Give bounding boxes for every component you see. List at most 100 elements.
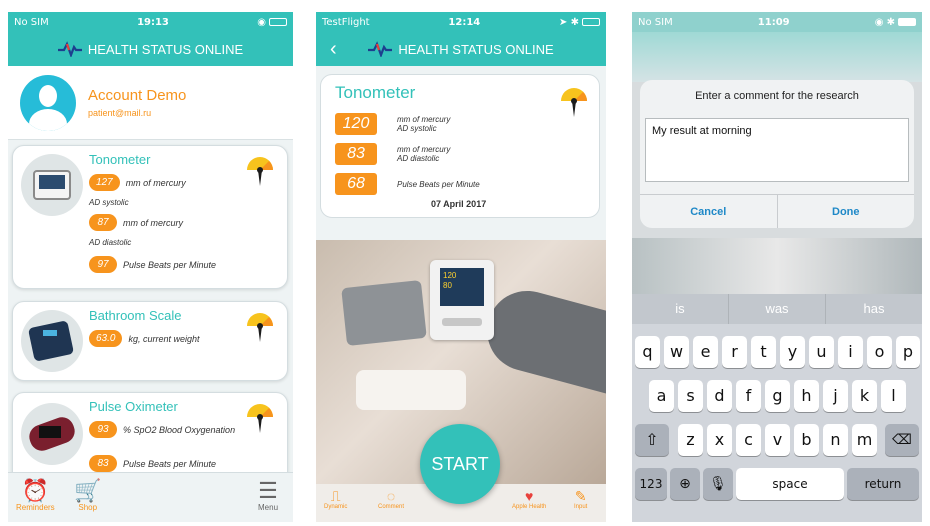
key[interactable]: v xyxy=(765,424,790,456)
key[interactable]: x xyxy=(707,424,732,456)
keyboard: q w e r t y u i o p a s d f g h j k l ⇧ … xyxy=(632,324,922,522)
chart-icon: ⎍ xyxy=(330,488,341,504)
key[interactable]: s xyxy=(678,380,703,412)
key[interactable]: w xyxy=(664,336,689,368)
key[interactable]: a xyxy=(649,380,674,412)
key[interactable]: n xyxy=(823,424,848,456)
comment-dialog: Enter a comment for the research My resu… xyxy=(640,80,914,228)
device-card-bathroom-scale[interactable]: Bathroom Scale 63.0 kg, current weight xyxy=(12,301,288,381)
measurement-label: kg, current weight xyxy=(128,333,200,344)
measurement-label: Pulse Beats per Minute xyxy=(123,458,217,469)
account-row[interactable]: Account Demo patient@mail.ru xyxy=(8,66,293,140)
backspace-key-icon[interactable]: ⌫ xyxy=(885,424,919,456)
card-title: Tonometer xyxy=(89,152,151,167)
key[interactable]: c xyxy=(736,424,761,456)
shift-key-icon[interactable]: ⇧ xyxy=(635,424,669,456)
clock: 11:09 xyxy=(757,16,790,28)
space-key[interactable]: space xyxy=(736,468,844,500)
clock: 19:13 xyxy=(137,16,169,28)
card-title: Bathroom Scale xyxy=(89,308,182,323)
comment-input[interactable]: My result at morning xyxy=(645,118,909,182)
done-button[interactable]: Done xyxy=(778,195,915,228)
reading-label: mm of mercury AD diastolic xyxy=(397,145,451,163)
key[interactable]: f xyxy=(736,380,761,412)
carrier-label: No SIM xyxy=(638,16,673,28)
key[interactable]: b xyxy=(794,424,819,456)
microphone-icon[interactable]: 🎙 xyxy=(703,468,733,500)
tab-label: Dynamic xyxy=(324,504,348,510)
key[interactable]: y xyxy=(780,336,805,368)
tab-label: Input xyxy=(574,504,588,510)
key[interactable]: i xyxy=(838,336,863,368)
measurement-label: Pulse Beats per Minute xyxy=(123,259,217,270)
suggestion[interactable]: was xyxy=(729,294,826,324)
heartbeat-logo-icon xyxy=(57,41,82,57)
oximeter-image xyxy=(21,403,83,465)
tonometer-summary-card: Tonometer 120 mm of mercury AD systolic 8… xyxy=(320,74,600,218)
gauge-icon xyxy=(561,88,587,117)
key[interactable]: p xyxy=(896,336,920,368)
measurement-row: 93 % SpO2 Blood Oxygenation xyxy=(89,421,235,438)
key[interactable]: d xyxy=(707,380,732,412)
keyboard-suggestions: is was has xyxy=(632,294,922,324)
tab-shop[interactable]: 🛒 Shop xyxy=(74,479,101,513)
status-bar: TestFlight 12:14 ➤ ✱ xyxy=(316,12,606,32)
tab-input[interactable]: ✎ Input xyxy=(574,488,587,510)
tab-label: Menu xyxy=(258,503,279,512)
key[interactable]: g xyxy=(765,380,790,412)
tab-apple-health[interactable]: ♥ Apple Health xyxy=(512,488,546,510)
key[interactable]: l xyxy=(881,380,906,412)
tab-reminders[interactable]: ⏰ Reminders xyxy=(16,478,55,513)
reading-value: 68 xyxy=(335,173,377,195)
key[interactable]: q xyxy=(635,336,660,368)
reading-label: Pulse Beats per Minute xyxy=(397,180,480,189)
key[interactable]: m xyxy=(852,424,877,456)
measurement-label: % SpO2 Blood Oxygenation xyxy=(123,424,236,435)
measurement-label: mm of mercury xyxy=(123,217,184,228)
key[interactable]: r xyxy=(722,336,747,368)
measurement-sublabel: AD diastolic xyxy=(89,238,132,247)
blurred-background xyxy=(632,238,922,294)
key[interactable]: j xyxy=(823,380,848,412)
suggestion[interactable]: is xyxy=(632,294,729,324)
phone-accounts-screen: No SIM 19:13 ◉ HEALTH STATUS ONLINE Acco… xyxy=(8,12,293,522)
avatar xyxy=(20,74,76,131)
alarm-clock-icon: ⏰ xyxy=(21,478,50,503)
measurement-row: 63.0 kg, current weight xyxy=(89,330,200,347)
back-chevron-icon[interactable]: ‹ xyxy=(330,38,337,61)
key[interactable]: z xyxy=(678,424,703,456)
key[interactable]: u xyxy=(809,336,834,368)
blurred-background xyxy=(632,32,922,82)
measurement-sublabel: AD systolic xyxy=(89,198,129,207)
card-title: Pulse Oximeter xyxy=(89,399,178,414)
key[interactable]: t xyxy=(751,336,776,368)
card-title: Tonometer xyxy=(335,83,416,102)
scale-image xyxy=(21,310,83,372)
monitor-image: 120 80 xyxy=(430,260,494,340)
globe-icon[interactable]: ⊕ xyxy=(670,468,700,500)
device-card-tonometer[interactable]: Tonometer 127 mm of mercury AD systolic … xyxy=(12,145,288,289)
key[interactable]: h xyxy=(794,380,819,412)
tab-dynamic[interactable]: ⎍ Dynamic xyxy=(324,488,347,510)
key[interactable]: e xyxy=(693,336,718,368)
numbers-key[interactable]: 123 xyxy=(635,468,667,500)
pencil-icon: ✎ xyxy=(574,488,587,504)
suggestion[interactable]: has xyxy=(826,294,922,324)
measurement-row: 97 Pulse Beats per Minute xyxy=(89,256,216,273)
value-badge: 87 xyxy=(89,214,117,231)
carrier-label: No SIM xyxy=(14,16,49,28)
device-screen-systolic: 120 xyxy=(443,271,457,280)
tab-menu[interactable]: ☰ Menu xyxy=(258,479,279,513)
cuff-image xyxy=(341,279,427,347)
cancel-button[interactable]: Cancel xyxy=(640,195,778,228)
bottom-tab-bar: ⏰ Reminders 🛒 Shop ☰ Menu xyxy=(8,472,293,522)
value-badge: 63.0 xyxy=(89,330,123,347)
key[interactable]: o xyxy=(867,336,892,368)
tab-comment[interactable]: ◌ Comment xyxy=(378,488,404,510)
reading-date: 07 April 2017 xyxy=(431,199,487,209)
key[interactable]: k xyxy=(852,380,877,412)
gauge-icon xyxy=(247,313,273,342)
account-name: Account Demo xyxy=(88,87,187,104)
return-key[interactable]: return xyxy=(847,468,919,500)
start-button[interactable]: START xyxy=(420,424,500,504)
